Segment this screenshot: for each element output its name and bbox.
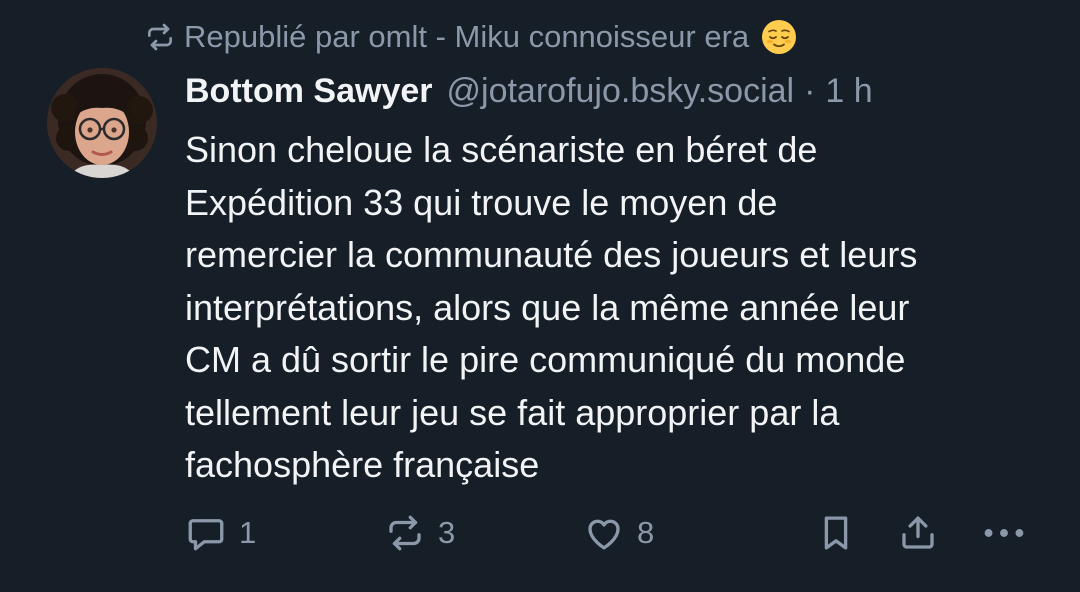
like-button[interactable]: 8 bbox=[583, 505, 654, 561]
avatar[interactable] bbox=[47, 68, 157, 178]
reply-icon bbox=[185, 512, 227, 554]
post-timestamp[interactable]: 1 h bbox=[825, 72, 872, 111]
more-options-button[interactable] bbox=[980, 505, 1028, 561]
relieved-face-emoji bbox=[761, 19, 797, 55]
post-text-line: Sinon cheloue la scénariste en béret de bbox=[185, 129, 818, 170]
bookmark-button[interactable] bbox=[815, 505, 857, 561]
post-text-line: CM a dû sortir le pire communiqué du mon… bbox=[185, 339, 906, 380]
repost-icon bbox=[144, 21, 176, 53]
post-text-line: Expédition 33 qui trouve le moyen de bbox=[185, 181, 778, 223]
more-icon bbox=[980, 512, 1028, 554]
post-actions: 1 3 8 bbox=[0, 505, 1080, 561]
reply-button[interactable]: 1 bbox=[185, 505, 256, 561]
post-text-line: fachosphère française bbox=[185, 444, 540, 485]
like-count: 8 bbox=[637, 515, 655, 550]
repost-count: 3 bbox=[438, 515, 456, 550]
separator-dot: · bbox=[804, 71, 816, 110]
repost-icon bbox=[384, 512, 426, 554]
author-handle[interactable]: @jotarofujo.bsky.social bbox=[447, 72, 795, 111]
post-text-line: tellement leur jeu se fait approprier pa… bbox=[185, 391, 840, 433]
post-text: Sinon cheloue la scénariste en béret de … bbox=[185, 124, 1055, 492]
reply-count: 1 bbox=[239, 515, 257, 550]
post-text-line: remercier la communauté des joueurs et l… bbox=[185, 234, 918, 275]
repost-button[interactable]: 3 bbox=[384, 505, 455, 561]
repost-indicator[interactable]: Republié par omlt - Miku connoisseur era bbox=[144, 14, 797, 60]
post-header: Bottom Sawyer @jotarofujo.bsky.social · … bbox=[185, 66, 873, 116]
share-icon bbox=[897, 512, 939, 554]
post-text-line: interprétations, alors que la même année… bbox=[185, 286, 910, 328]
feed-post[interactable]: Republié par omlt - Miku connoisseur era bbox=[0, 0, 1080, 592]
bookmark-icon bbox=[815, 512, 857, 554]
heart-icon bbox=[583, 512, 625, 554]
author-name[interactable]: Bottom Sawyer bbox=[185, 72, 433, 111]
share-button[interactable] bbox=[897, 505, 939, 561]
repost-label: Republié par omlt - Miku connoisseur era bbox=[184, 19, 750, 54]
